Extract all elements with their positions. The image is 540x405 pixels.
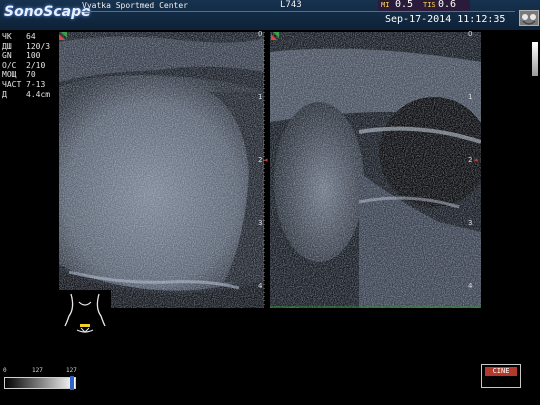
date-time: Sep-17-2014 11:12:35 [385, 14, 506, 25]
depth-label: 1 [258, 93, 263, 101]
param-value: 7-13 [26, 79, 46, 89]
graybar-min: 0 [3, 367, 7, 374]
depth-label: 4 [468, 282, 473, 290]
param-row: Д 4.4cm [2, 90, 50, 100]
param-key: ЧАСТ [2, 79, 22, 89]
param-key: ДШ [2, 41, 12, 51]
cine-button[interactable]: CINE [481, 364, 521, 388]
depth-label: 1 [468, 93, 473, 101]
body-mark-icon [64, 293, 106, 333]
param-key: GN [2, 51, 12, 61]
param-row: O/C 2/10 [2, 61, 50, 71]
param-value: 100 [26, 51, 41, 61]
param-value: 64 [26, 32, 36, 41]
tis-value: 0.6 [438, 0, 457, 10]
graybar-max: 127 [66, 367, 77, 374]
cine-label: CINE [485, 367, 517, 376]
param-value: 4.4cm [26, 89, 51, 99]
param-row: ЧК 64 [2, 32, 50, 42]
graybar-handle[interactable] [70, 376, 74, 390]
gray-scale-indicator [532, 42, 538, 76]
focus-marker-icon: ◂ [474, 156, 478, 164]
focus-marker-icon: ◂ [264, 156, 268, 164]
depth-label: 3 [258, 219, 263, 227]
body-mark[interactable] [59, 290, 111, 338]
mi-value: 0.5 [395, 0, 414, 10]
depth-label: 2 [468, 156, 473, 164]
param-row: МОЩ 70 [2, 70, 50, 80]
mi-tis-box: MI 0.5 TIS 0.6 [378, 0, 470, 11]
brand-logo: SonoScape [4, 4, 91, 20]
depth-label: 0 [258, 30, 263, 38]
probe-name: L743 [280, 0, 302, 10]
institution-name: Vyatka Sportmed Center [82, 1, 188, 10]
graybar-mid: 127 [32, 367, 43, 374]
scan-parameters: ЧК 64 ДШ 120/3 GN 100 O/C 2/10 МОЩ 70 ЧАСТ 7-1… [2, 32, 50, 99]
depth-label: 2 [258, 156, 263, 164]
depth-label: 3 [468, 219, 473, 227]
freeze-icon[interactable] [519, 10, 539, 26]
param-row: ЧАСТ 7-13 [2, 80, 50, 90]
mi-label: MI [381, 1, 390, 9]
tis-label: TIS [423, 1, 436, 9]
param-row: GN 100 [2, 51, 50, 61]
param-key: ЧК [2, 32, 12, 41]
param-key: Д [2, 89, 7, 99]
param-value: 120/3 [26, 41, 51, 51]
param-row: ДШ 120/3 [2, 42, 50, 52]
header-bar: SonoScape Vyatka Sportmed Center L743 MI… [0, 0, 540, 30]
param-key: МОЩ [2, 70, 17, 80]
depth-label: 0 [468, 30, 473, 38]
param-value: 2/10 [26, 60, 46, 70]
depth-label: 4 [258, 282, 263, 290]
param-key: O/C [2, 60, 17, 70]
param-value: 70 [26, 70, 36, 80]
ultrasound-image[interactable] [59, 32, 481, 308]
graybar-gradient [4, 377, 76, 389]
